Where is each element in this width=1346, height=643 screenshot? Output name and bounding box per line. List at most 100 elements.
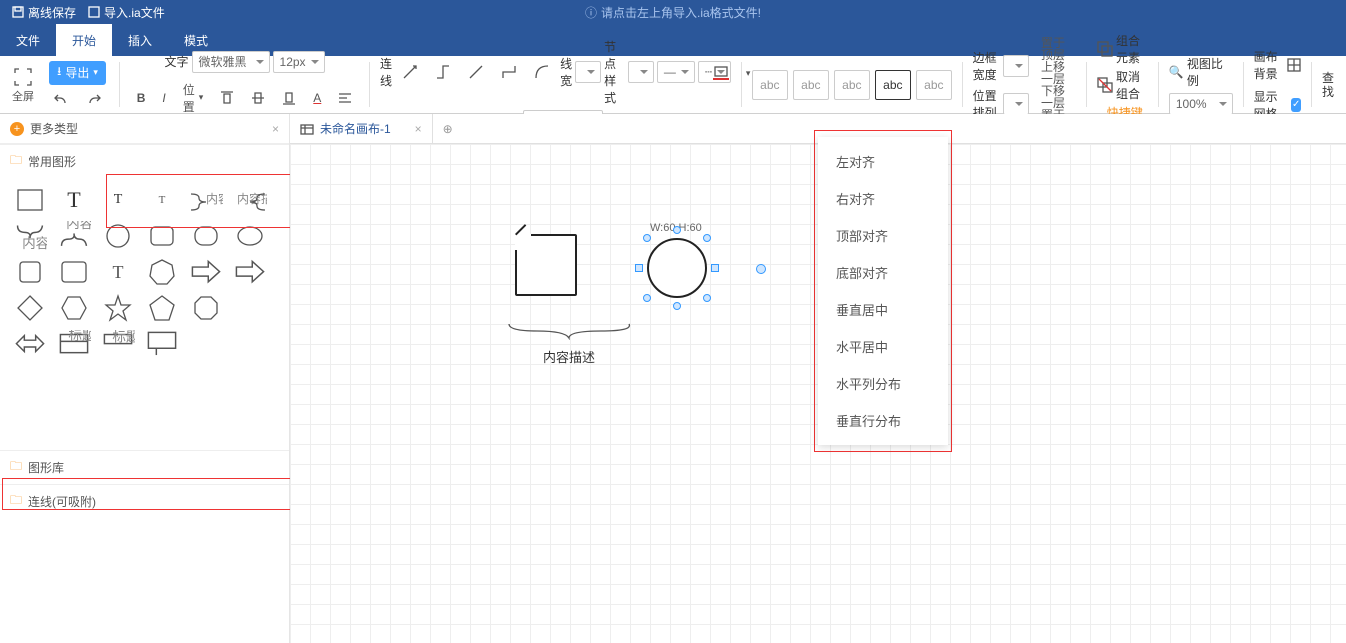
zoom-icon: 🔍 bbox=[1169, 65, 1184, 79]
resize-handle[interactable] bbox=[673, 226, 681, 234]
shape-text[interactable]: T bbox=[52, 182, 96, 218]
chevron-down-icon: ▾ bbox=[93, 67, 98, 78]
shape-brace-up[interactable]: 内容描述 bbox=[52, 218, 96, 254]
italic-button[interactable]: I bbox=[155, 87, 172, 109]
shape-brace-down[interactable]: 内容描述 bbox=[8, 218, 52, 254]
bg-icon[interactable] bbox=[1287, 58, 1301, 72]
export-button[interactable]: ⭳ 导出 ▾ bbox=[49, 61, 106, 85]
abc-style-2[interactable]: abc bbox=[793, 70, 829, 100]
redo-button[interactable] bbox=[79, 89, 109, 109]
shape-text2[interactable]: T bbox=[96, 254, 140, 290]
ctx-align-top[interactable]: 顶部对齐 bbox=[818, 217, 948, 254]
bold-button[interactable]: B bbox=[130, 87, 153, 109]
connector-3[interactable] bbox=[461, 60, 491, 84]
shape-rect[interactable] bbox=[8, 182, 52, 218]
shape-star[interactable] bbox=[96, 290, 140, 326]
shape-hexagon[interactable] bbox=[52, 290, 96, 326]
valign-mid-button[interactable] bbox=[244, 87, 272, 109]
shape-diamond[interactable] bbox=[8, 290, 52, 326]
showgrid-checkbox[interactable]: ✓ bbox=[1291, 98, 1301, 112]
shape-callout[interactable] bbox=[140, 326, 184, 362]
menu-start[interactable]: 开始 bbox=[56, 24, 112, 56]
ctx-align-hcenter[interactable]: 水平居中 bbox=[818, 328, 948, 365]
shape-table2[interactable]: 标题 bbox=[96, 326, 140, 362]
fullscreen-group: 全屏 bbox=[6, 56, 40, 113]
resize-handle[interactable] bbox=[703, 294, 711, 302]
resize-handle[interactable] bbox=[703, 234, 711, 242]
import-file-label: 导入.ia文件 bbox=[104, 4, 165, 21]
canvas-shape-cutrect[interactable] bbox=[515, 234, 577, 296]
ctx-align-left[interactable]: 左对齐 bbox=[818, 143, 948, 180]
add-tab-button[interactable]: ⊕ bbox=[433, 114, 463, 143]
zoom-select[interactable]: 100% bbox=[1169, 93, 1233, 115]
doc-icon bbox=[300, 122, 314, 136]
shape-square2[interactable] bbox=[52, 254, 96, 290]
borderwidth-label: 边框宽度 bbox=[973, 49, 1000, 83]
resize-handle[interactable] bbox=[635, 264, 643, 272]
undo-button[interactable] bbox=[46, 89, 76, 109]
connector-5[interactable] bbox=[527, 60, 557, 84]
fill-color-button[interactable] bbox=[706, 62, 736, 84]
resize-handle[interactable] bbox=[643, 294, 651, 302]
shape-square[interactable] bbox=[8, 254, 52, 290]
shape-arrow-lr[interactable] bbox=[8, 326, 52, 362]
resize-handle[interactable] bbox=[711, 264, 719, 272]
uncombine-button[interactable]: 取消组合 bbox=[1116, 68, 1148, 102]
menu-file[interactable]: 文件 bbox=[0, 24, 56, 56]
canvas-shape-brace[interactable]: 内容描述 bbox=[505, 322, 633, 366]
ctx-align-bottom[interactable]: 底部对齐 bbox=[818, 254, 948, 291]
canvas[interactable]: 内容描述 W:60 H:60 左对齐 右对齐 顶部对齐 底部对齐 垂直居中 水平 bbox=[290, 144, 1346, 643]
tab-close[interactable]: × bbox=[415, 122, 422, 136]
fullscreen-icon[interactable] bbox=[12, 66, 34, 88]
shape-heptagon[interactable] bbox=[140, 254, 184, 290]
more-types-label[interactable]: 更多类型 bbox=[30, 120, 78, 137]
line-label: 连线 bbox=[380, 55, 392, 89]
svg-text:标题: 标题 bbox=[112, 330, 135, 344]
resize-handle[interactable] bbox=[673, 302, 681, 310]
alignlayout-select[interactable] bbox=[1003, 93, 1029, 115]
section-common-shapes[interactable]: 🗀 常用图形 bbox=[0, 144, 289, 178]
valign-bot-button[interactable] bbox=[275, 87, 303, 109]
align-button[interactable] bbox=[331, 88, 359, 108]
connector-1[interactable] bbox=[395, 60, 425, 84]
font-color-button[interactable]: A bbox=[306, 87, 328, 109]
connector-4[interactable] bbox=[494, 60, 524, 84]
connector-2[interactable] bbox=[428, 60, 458, 84]
combine-button[interactable]: 组合元素 bbox=[1116, 32, 1148, 66]
find-button[interactable]: 查 找 bbox=[1322, 71, 1334, 99]
import-file-button[interactable]: 导入.ia文件 bbox=[82, 2, 171, 23]
sidebar-close[interactable]: × bbox=[272, 122, 279, 136]
canvas-shape-circle[interactable] bbox=[647, 238, 707, 298]
fontsize-select[interactable]: 12px bbox=[273, 51, 325, 73]
menu-insert[interactable]: 插入 bbox=[112, 24, 168, 56]
plus-icon[interactable]: + bbox=[10, 122, 24, 136]
position-button[interactable]: 位置▾ bbox=[176, 77, 211, 119]
shape-arrow-r[interactable] bbox=[184, 254, 228, 290]
shape-arrow-r2[interactable] bbox=[228, 254, 272, 290]
ctx-dist-v[interactable]: 垂直行分布 bbox=[818, 402, 948, 439]
abc-style-4[interactable]: abc bbox=[875, 70, 911, 100]
save-icon bbox=[12, 6, 24, 18]
ctx-align-vcenter[interactable]: 垂直居中 bbox=[818, 291, 948, 328]
brace-text: 内容描述 bbox=[505, 347, 633, 366]
abc-style-5[interactable]: abc bbox=[916, 70, 952, 100]
linestyle-select[interactable]: — bbox=[657, 61, 695, 83]
rotate-handle[interactable] bbox=[756, 264, 766, 274]
abc-style-3[interactable]: abc bbox=[834, 70, 870, 100]
resize-handle[interactable] bbox=[643, 234, 651, 242]
font-select[interactable]: 微软雅黑 bbox=[192, 51, 270, 73]
fill-color-drop[interactable]: ▾ bbox=[739, 64, 758, 83]
ctx-align-right[interactable]: 右对齐 bbox=[818, 180, 948, 217]
linewidth-select[interactable] bbox=[575, 61, 601, 83]
svg-text:内容描述: 内容描述 bbox=[66, 221, 91, 231]
shape-octagon[interactable] bbox=[184, 290, 228, 326]
shape-pentagon[interactable] bbox=[140, 290, 184, 326]
ctx-dist-h[interactable]: 水平列分布 bbox=[818, 365, 948, 402]
borderwidth-select[interactable] bbox=[1003, 55, 1029, 77]
valign-top-button[interactable] bbox=[213, 87, 241, 109]
offline-save-button[interactable]: 离线保存 bbox=[6, 2, 82, 23]
doc-tab-1[interactable]: 未命名画布-1 × bbox=[290, 114, 433, 143]
nodestyle-select[interactable] bbox=[628, 61, 654, 83]
import-icon bbox=[88, 6, 100, 18]
shape-table1[interactable]: 标题 bbox=[52, 326, 96, 362]
